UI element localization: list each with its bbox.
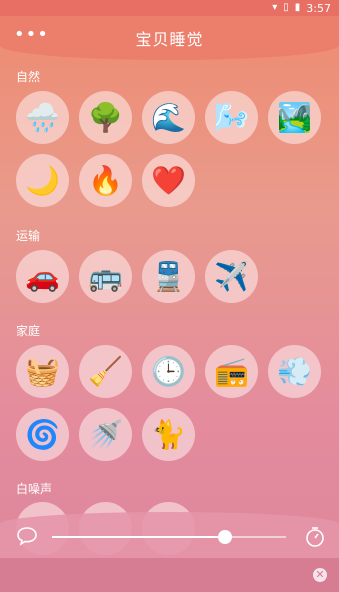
clock-icon: 🕒: [151, 354, 186, 388]
airplane-icon: ✈️: [214, 259, 249, 293]
section-title-home: 家庭: [16, 324, 41, 338]
app-header: ••• 宝贝睡觉: [0, 16, 339, 60]
timer-icon[interactable]: [304, 526, 326, 552]
section-title-transport: 运输: [16, 229, 41, 243]
train-sound-button[interactable]: 🚆: [142, 250, 195, 303]
no-sim-icon: ▯: [283, 2, 289, 13]
radio-icon: 📻: [214, 354, 249, 388]
waves-sound-button[interactable]: 🌊: [142, 91, 195, 144]
volume-slider-thumb[interactable]: [218, 530, 233, 544]
hair-dryer-sound-button[interactable]: 💨: [268, 345, 321, 398]
washing-machine-icon: 🧺: [25, 354, 60, 388]
hair-dryer-icon: 💨: [277, 354, 312, 388]
cat-icon: 🐈: [151, 417, 186, 451]
fire-icon: 🔥: [88, 163, 123, 197]
forest-icon: 🌳: [88, 100, 123, 134]
volume-slider-fill: [52, 536, 226, 538]
section-title-white-noise: 白噪声: [16, 482, 53, 496]
status-bar: ▾ ▯ ▮ 3:57: [0, 0, 339, 16]
nature-grid: 🌧️ 🌳 🌊 🌬️ 🏞️ 🌙 🔥 ❤️: [16, 91, 328, 217]
shower-sound-button[interactable]: 🚿: [79, 408, 132, 461]
washing-machine-sound-button[interactable]: 🧺: [16, 345, 69, 398]
rain-sound-button[interactable]: 🌧️: [16, 91, 69, 144]
rain-icon: 🌧️: [25, 100, 60, 134]
fire-sound-button[interactable]: 🔥: [79, 154, 132, 207]
heart-icon: ❤️: [151, 163, 186, 197]
wind-sound-button[interactable]: 🌬️: [205, 91, 258, 144]
heartbeat-sound-button[interactable]: ❤️: [142, 154, 195, 207]
vacuum-sound-button[interactable]: 🧹: [79, 345, 132, 398]
river-sound-button[interactable]: 🏞️: [268, 91, 321, 144]
wifi-icon: ▾: [272, 2, 278, 13]
shower-icon: 🚿: [88, 417, 123, 451]
home-grid: 🧺 🧹 🕒 📻 💨 🌀 🚿 🐈: [16, 345, 328, 471]
volume-slider[interactable]: [52, 530, 286, 544]
waves-icon: 🌊: [151, 100, 186, 134]
car-sound-button[interactable]: 🚗: [16, 250, 69, 303]
river-icon: 🏞️: [277, 100, 312, 134]
more-dots-icon[interactable]: •••: [14, 26, 49, 44]
page-title: 宝贝睡觉: [135, 30, 204, 49]
car-icon: 🚗: [25, 259, 60, 293]
chat-bubble-icon[interactable]: [16, 526, 38, 550]
clock-sound-button[interactable]: 🕒: [142, 345, 195, 398]
battery-icon: ▮: [294, 2, 301, 13]
transport-grid: 🚗 🚌 🚆 ✈️: [16, 250, 328, 313]
fan-sound-button[interactable]: 🌀: [16, 408, 69, 461]
section-title-nature: 自然: [16, 70, 41, 84]
fan-icon: 🌀: [25, 417, 60, 451]
night-sound-button[interactable]: 🌙: [16, 154, 69, 207]
airplane-sound-button[interactable]: ✈️: [205, 250, 258, 303]
wind-icon: 🌬️: [214, 100, 249, 134]
status-time: 3:57: [306, 1, 331, 15]
bus-icon: 🚌: [88, 259, 123, 293]
player-bar: [0, 512, 339, 558]
vacuum-icon: 🧹: [88, 354, 123, 388]
cat-sound-button[interactable]: 🐈: [142, 408, 195, 461]
radio-sound-button[interactable]: 📻: [205, 345, 258, 398]
moon-icon: 🌙: [25, 163, 60, 197]
train-icon: 🚆: [151, 259, 186, 293]
bus-sound-button[interactable]: 🚌: [79, 250, 132, 303]
footer-bar: ✕: [0, 558, 339, 592]
close-icon[interactable]: ✕: [313, 568, 327, 582]
forest-sound-button[interactable]: 🌳: [79, 91, 132, 144]
